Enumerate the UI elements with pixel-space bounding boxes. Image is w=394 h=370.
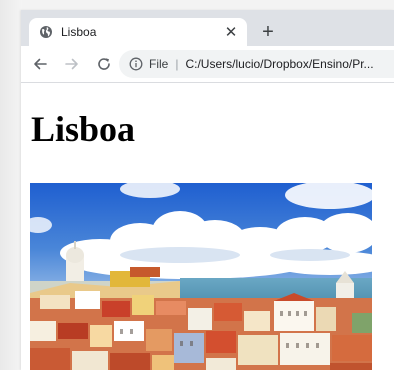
url-separator: |: [175, 57, 179, 71]
page-title: Lisboa: [31, 109, 136, 149]
url-text[interactable]: C:/Users/lucio/Dropbox/Ensino/Pr...: [185, 57, 373, 71]
reload-icon[interactable]: [91, 51, 117, 77]
tab-strip: Lisboa ✕ +: [21, 10, 394, 46]
lisbon-photo: [30, 183, 372, 370]
scheme-label: File: [149, 57, 169, 71]
info-icon[interactable]: [129, 57, 143, 71]
close-tab-icon[interactable]: ✕: [221, 22, 241, 42]
page-content: Lisboa: [21, 83, 394, 370]
tab-lisboa[interactable]: Lisboa ✕: [29, 18, 247, 46]
browser-window: Lisboa ✕ + File | C:/Users/lucio/Dropbox…: [21, 10, 394, 370]
browser-toolbar: File | C:/Users/lucio/Dropbox/Ensino/Pr.…: [21, 46, 394, 83]
globe-icon: [39, 25, 53, 39]
back-arrow-icon[interactable]: [27, 51, 53, 77]
address-bar[interactable]: File | C:/Users/lucio/Dropbox/Ensino/Pr.…: [119, 50, 394, 78]
tab-title: Lisboa: [61, 25, 97, 39]
new-tab-button[interactable]: +: [257, 21, 279, 43]
left-edge-shadow: [0, 0, 22, 370]
forward-arrow-icon[interactable]: [59, 51, 85, 77]
